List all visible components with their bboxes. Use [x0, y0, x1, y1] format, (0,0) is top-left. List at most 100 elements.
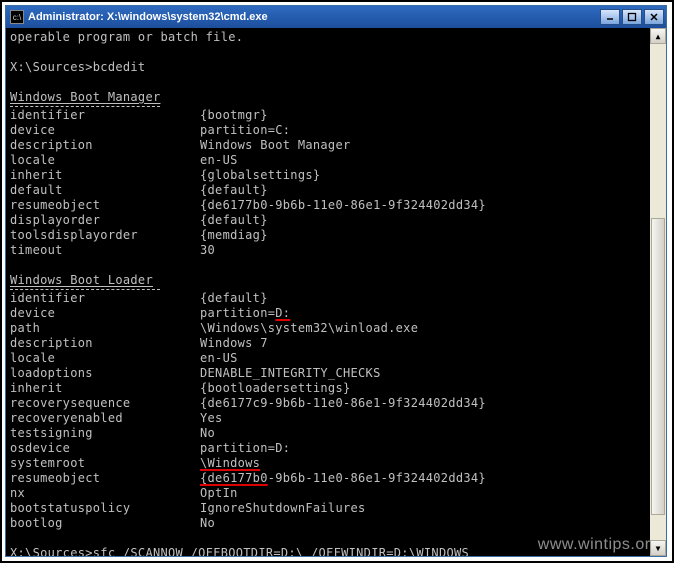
command-part: sfc /SCANNOW /OFFBOOTDIR= [93, 546, 281, 556]
kv-value: {default} [200, 183, 662, 198]
kv-key: loadoptions [10, 366, 200, 381]
kv-value: {de6177b0-9b6b-11e0-86e1-9f324402dd34} [200, 198, 662, 213]
kv-row: identifier{bootmgr} [10, 108, 662, 123]
prompt: X:\Sources> [10, 546, 93, 556]
kv-row: bootlogNo [10, 516, 662, 531]
kv-value: Windows Boot Manager [200, 138, 662, 153]
kv-value: {bootmgr} [200, 108, 662, 123]
scroll-down-button[interactable]: ▼ [650, 540, 666, 556]
kv-value: {de6177b0-9b6b-11e0-86e1-9f324402dd34} [200, 471, 662, 486]
kv-key: timeout [10, 243, 200, 258]
kv-key: device [10, 306, 200, 321]
scrollbar-vertical[interactable]: ▲ ▼ [650, 28, 666, 556]
cmd-window: c:\ Administrator: X:\windows\system32\c… [5, 5, 667, 557]
kv-row: localeen-US [10, 153, 662, 168]
kv-list: nxOptInbootstatuspolicyIgnoreShutdownFai… [10, 486, 662, 531]
error-line: operable program or batch file. [10, 30, 243, 44]
kv-row: default{default} [10, 183, 662, 198]
kv-row: inherit{globalsettings} [10, 168, 662, 183]
console-output[interactable]: operable program or batch file. X:\Sourc… [6, 28, 666, 556]
kv-row: timeout30 [10, 243, 662, 258]
kv-key: recoverysequence [10, 396, 200, 411]
scroll-thumb[interactable] [651, 218, 665, 516]
kv-key: resumeobject [10, 198, 200, 213]
divider [10, 289, 160, 290]
kv-key: default [10, 183, 200, 198]
kv-value: {default} [200, 291, 662, 306]
section-header: Windows Boot Manager [10, 90, 161, 104]
highlight: \Windows [200, 456, 662, 471]
kv-row-device: devicepartition=D: [10, 306, 662, 321]
kv-value: partition=D: [200, 306, 662, 321]
scroll-up-button[interactable]: ▲ [650, 28, 666, 44]
kv-row: displayorder{default} [10, 213, 662, 228]
kv-value: OptIn [200, 486, 662, 501]
window-buttons [600, 9, 664, 25]
kv-key: toolsdisplayorder [10, 228, 200, 243]
kv-row: path\Windows\system32\winload.exe [10, 321, 662, 336]
highlight: D: [394, 546, 409, 556]
kv-row: nxOptIn [10, 486, 662, 501]
cmd-icon: c:\ [10, 10, 24, 24]
window-title: Administrator: X:\windows\system32\cmd.e… [28, 11, 600, 23]
kv-row: localeen-US [10, 351, 662, 366]
kv-row-systemroot: systemroot\Windows [10, 456, 662, 471]
scroll-track[interactable] [650, 44, 666, 540]
minimize-button[interactable] [600, 9, 620, 25]
kv-row: devicepartition=C: [10, 123, 662, 138]
kv-value: {default} [200, 213, 662, 228]
section-header: Windows Boot Loader [10, 273, 153, 287]
kv-value: en-US [200, 153, 662, 168]
kv-list: path\Windows\system32\winload.exedescrip… [10, 321, 662, 456]
kv-key: resumeobject [10, 471, 200, 486]
divider [10, 106, 160, 107]
kv-value: No [200, 426, 662, 441]
kv-value: DENABLE_INTEGRITY_CHECKS [200, 366, 662, 381]
kv-key: recoveryenabled [10, 411, 200, 426]
kv-row: identifier{default} [10, 291, 662, 306]
kv-value: \Windows\system32\winload.exe [200, 321, 662, 336]
kv-value: {memdiag} [200, 228, 662, 243]
kv-row: toolsdisplayorder{memdiag} [10, 228, 662, 243]
kv-value: Windows 7 [200, 336, 662, 351]
kv-row: descriptionWindows Boot Manager [10, 138, 662, 153]
kv-key: identifier [10, 108, 200, 123]
kv-key: nx [10, 486, 200, 501]
highlight: {de6177b0 [200, 471, 268, 485]
kv-value: {de6177c9-9b6b-11e0-86e1-9f324402dd34} [200, 396, 662, 411]
kv-key: inherit [10, 381, 200, 396]
kv-value: IgnoreShutdownFailures [200, 501, 662, 516]
kv-key: inherit [10, 168, 200, 183]
kv-key: path [10, 321, 200, 336]
kv-key: bootstatuspolicy [10, 501, 200, 516]
kv-key: testsigning [10, 426, 200, 441]
titlebar[interactable]: c:\ Administrator: X:\windows\system32\c… [6, 6, 666, 28]
kv-row: inherit{bootloadersettings} [10, 381, 662, 396]
kv-value: {bootloadersettings} [200, 381, 662, 396]
kv-key: displayorder [10, 213, 200, 228]
kv-row: recoverysequence{de6177c9-9b6b-11e0-86e1… [10, 396, 662, 411]
command: bcdedit [93, 60, 146, 74]
kv-key: osdevice [10, 441, 200, 456]
kv-row: resumeobject{de6177b0-9b6b-11e0-86e1-9f3… [10, 198, 662, 213]
kv-row: testsigningNo [10, 426, 662, 441]
kv-list: identifier{default} [10, 291, 662, 306]
kv-value: 30 [200, 243, 662, 258]
close-button[interactable] [644, 9, 664, 25]
highlight: D:\ [281, 546, 304, 556]
kv-row: descriptionWindows 7 [10, 336, 662, 351]
prompt: X:\Sources> [10, 60, 93, 74]
kv-value: No [200, 516, 662, 531]
kv-value: partition=D: [200, 441, 662, 456]
kv-key: locale [10, 351, 200, 366]
watermark: www.wintips.org [538, 537, 660, 552]
kv-key: locale [10, 153, 200, 168]
kv-list-boot-manager: identifier{bootmgr}devicepartition=C:des… [10, 108, 662, 258]
maximize-button[interactable] [622, 9, 642, 25]
kv-row: recoveryenabledYes [10, 411, 662, 426]
kv-value: {globalsettings} [200, 168, 662, 183]
kv-row: loadoptionsDENABLE_INTEGRITY_CHECKS [10, 366, 662, 381]
kv-key: description [10, 336, 200, 351]
kv-key: description [10, 138, 200, 153]
highlight: D: [275, 306, 290, 320]
